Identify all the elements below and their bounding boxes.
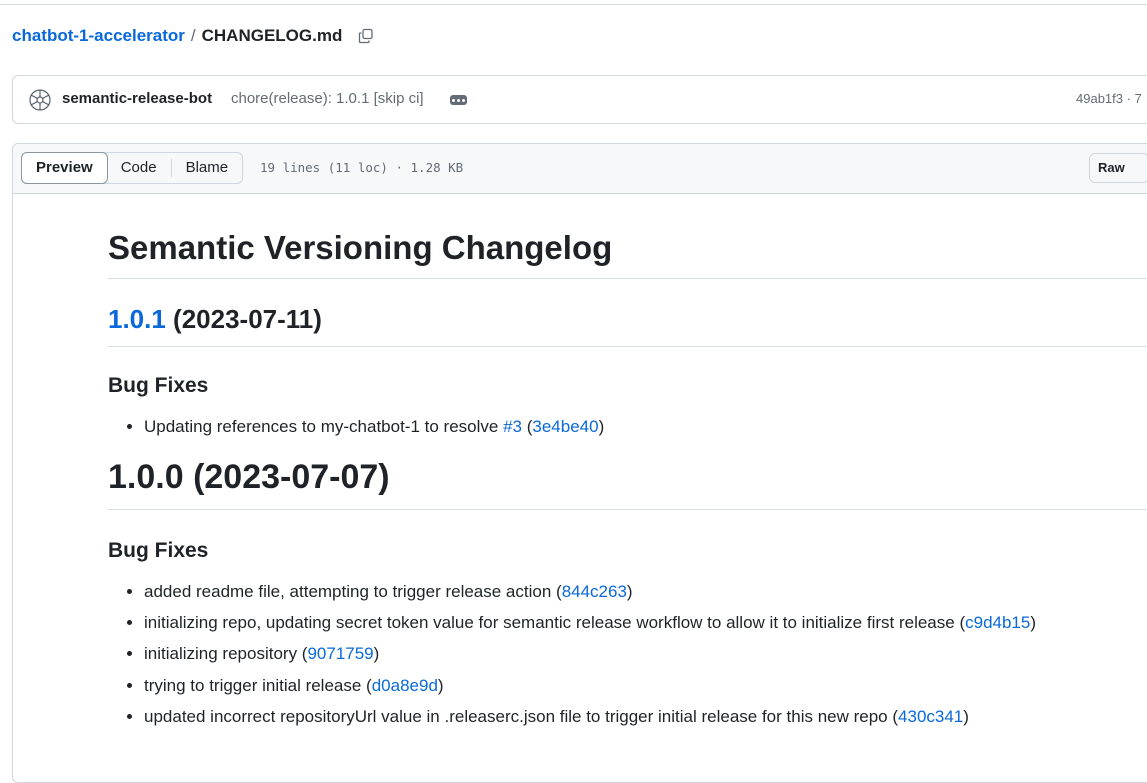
commit-link[interactable]: 3e4be40 <box>532 417 598 436</box>
commit-message[interactable]: chore(release): 1.0.1 [skip ci] <box>231 90 424 107</box>
bug-fix-list: Updating references to my-chatbot-1 to r… <box>108 416 1147 437</box>
item-text: added readme file, attempting to trigger… <box>144 581 562 601</box>
commit-link[interactable]: 9071759 <box>307 644 373 663</box>
commit-link[interactable]: d0a8e9d <box>372 676 438 695</box>
file-info: 19 lines (11 loc) · 1.28 KB <box>260 160 464 175</box>
bug-fix-list: added readme file, attempting to trigger… <box>108 581 1147 727</box>
item-text: ) <box>437 675 444 695</box>
markdown-body: Semantic Versioning Changelog 1.0.1 (202… <box>108 229 1147 737</box>
tab-code[interactable]: Code <box>107 153 171 183</box>
raw-label: Raw <box>1098 160 1125 175</box>
list-item: trying to trigger initial release (d0a8e… <box>144 675 1147 696</box>
item-text: initializing repo, updating secret token… <box>144 613 966 633</box>
copy-icon[interactable] <box>356 26 376 46</box>
breadcrumb-separator: / <box>190 26 196 45</box>
list-item: Updating references to my-chatbot-1 to r… <box>144 416 1147 437</box>
top-border <box>0 0 1147 5</box>
version-link[interactable]: 1.0.1 <box>108 304 166 334</box>
breadcrumb: chatbot-1-accelerator / CHANGELOG.md <box>12 26 376 46</box>
item-text: ) <box>598 417 605 437</box>
latest-commit-bar: semantic-release-bot chore(release): 1.0… <box>12 75 1147 124</box>
item-text: trying to trigger initial release ( <box>144 675 372 695</box>
item-text: updated incorrect repositoryUrl value in… <box>144 706 899 726</box>
section-heading-bug-fixes: Bug Fixes <box>108 538 209 562</box>
item-text: ) <box>963 706 969 726</box>
issue-link[interactable]: #3 <box>503 417 522 436</box>
list-item: updated incorrect repositoryUrl value in… <box>144 706 1147 727</box>
commit-author[interactable]: semantic-release-bot <box>62 90 212 107</box>
item-text: initializing repository ( <box>144 644 308 664</box>
tab-preview[interactable]: Preview <box>21 152 108 184</box>
item-text: ( <box>522 417 533 437</box>
commit-link[interactable]: 430c341 <box>898 707 963 726</box>
item-text: ) <box>373 644 380 664</box>
commit-link[interactable]: 844c263 <box>562 582 627 601</box>
view-mode-toggle: Preview Code Blame <box>21 152 244 184</box>
section-heading-bug-fixes: Bug Fixes <box>108 373 209 397</box>
release-date: (2023-07-11) <box>165 304 322 335</box>
raw-button[interactable]: Raw <box>1089 153 1147 183</box>
file-name: CHANGELOG.md <box>201 26 343 45</box>
ellipsis-icon[interactable] <box>450 95 467 105</box>
release-heading-1-0-1: 1.0.1 (2023-07-11) <box>108 305 1147 347</box>
repo-link[interactable]: chatbot-1-accelerator <box>12 26 185 46</box>
commit-sha[interactable]: 49ab1f3 · 7 <box>1076 91 1142 106</box>
tab-blame[interactable]: Blame <box>172 153 243 183</box>
item-text: Updating references to my-chatbot-1 to r… <box>144 417 504 437</box>
list-item: initializing repo, updating secret token… <box>144 612 1147 633</box>
release-heading-1-0-0: 1.0.0 (2023-07-07) <box>108 458 1147 510</box>
page-title: Semantic Versioning Changelog <box>108 229 1147 280</box>
file-header: Preview Code Blame 19 lines (11 loc) · 1… <box>13 144 1147 194</box>
commit-link[interactable]: c9d4b15 <box>965 613 1030 632</box>
list-item: initializing repository (9071759) <box>144 643 1147 664</box>
item-text: ) <box>1030 613 1037 633</box>
bot-avatar-icon[interactable] <box>29 89 51 111</box>
item-text: ) <box>626 581 633 601</box>
list-item: added readme file, attempting to trigger… <box>144 581 1147 602</box>
